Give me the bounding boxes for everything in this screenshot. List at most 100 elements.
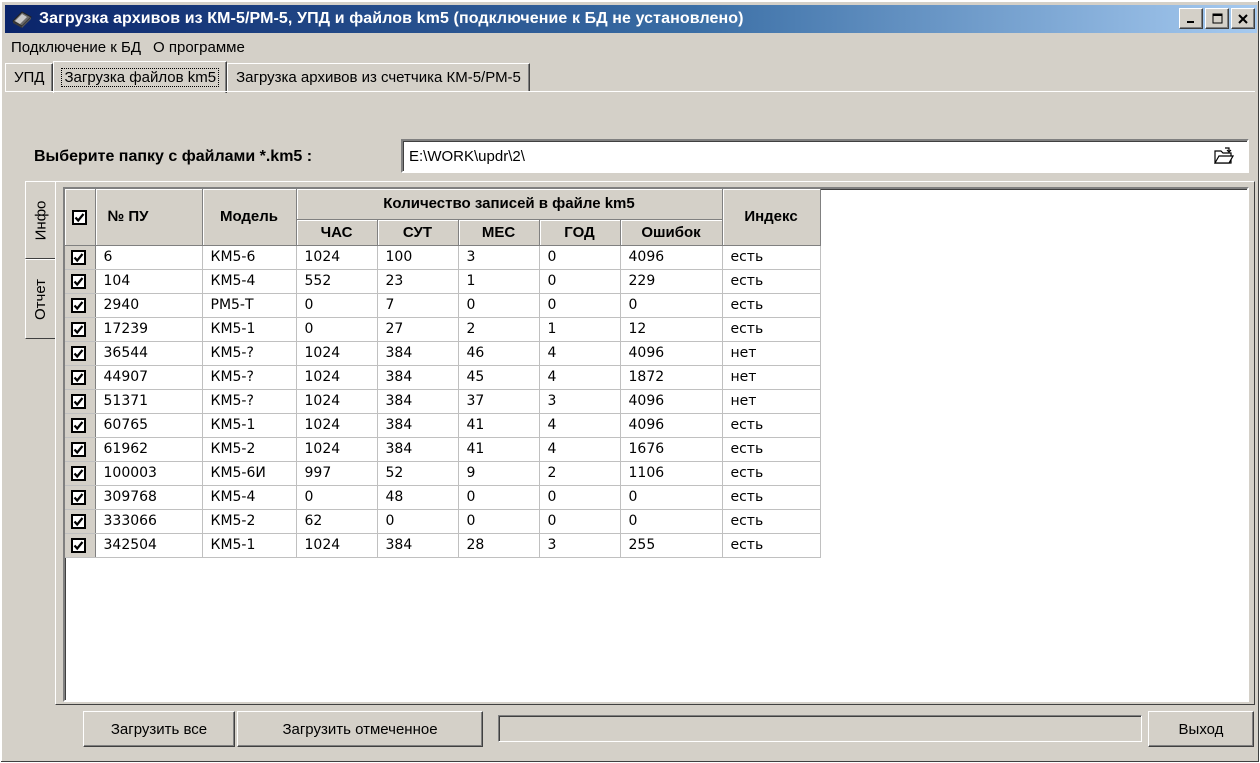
row-checkbox[interactable] bbox=[71, 417, 86, 433]
tab-panel-border bbox=[5, 91, 1255, 93]
cell-model: КМ5-? bbox=[202, 365, 297, 390]
header-day[interactable]: СУТ bbox=[377, 219, 459, 246]
folder-path-input[interactable] bbox=[401, 139, 1249, 173]
side-tab-info[interactable]: Инфо bbox=[25, 181, 55, 259]
row-checkbox-cell[interactable] bbox=[65, 533, 96, 558]
row-checkbox[interactable] bbox=[71, 249, 86, 265]
row-checkbox-cell[interactable] bbox=[65, 437, 96, 462]
cell-hour: 62 bbox=[296, 509, 378, 534]
header-errors[interactable]: Ошибок bbox=[620, 219, 723, 246]
cell-errors: 229 bbox=[620, 269, 723, 294]
maximize-button[interactable] bbox=[1205, 8, 1229, 29]
menu-about[interactable]: О программе bbox=[147, 39, 251, 56]
cell-pu: 61962 bbox=[95, 437, 203, 462]
cell-pu: 6 bbox=[95, 245, 203, 270]
cell-pu: 104 bbox=[95, 269, 203, 294]
table-row[interactable]: 36544 КМ5-? 1024 384 46 4 4096 нет bbox=[65, 341, 821, 366]
row-checkbox-cell[interactable] bbox=[65, 413, 96, 438]
row-checkbox[interactable] bbox=[71, 393, 86, 409]
exit-button[interactable]: Выход bbox=[1148, 711, 1254, 747]
title-bar[interactable]: Загрузка архивов из КМ-5/РМ-5, УПД и фай… bbox=[5, 5, 1257, 33]
table-row[interactable]: 2940 РМ5-Т 0 7 0 0 0 есть bbox=[65, 293, 821, 318]
cell-errors: 4096 bbox=[620, 389, 723, 414]
table-row[interactable]: 17239 КМ5-1 0 27 2 1 12 есть bbox=[65, 317, 821, 342]
side-tab-report[interactable]: Отчет bbox=[25, 259, 55, 339]
checkmark-icon bbox=[73, 300, 84, 310]
load-checked-button[interactable]: Загрузить отмеченное bbox=[237, 711, 483, 747]
header-month[interactable]: МЕС bbox=[458, 219, 540, 246]
row-checkbox-cell[interactable] bbox=[65, 341, 96, 366]
cell-model: КМ5-? bbox=[202, 389, 297, 414]
cell-index: нет bbox=[722, 341, 821, 366]
table-row[interactable]: 100003 КМ5-6И 997 52 9 2 1106 есть bbox=[65, 461, 821, 486]
table-row[interactable]: 104 КМ5-4 552 23 1 0 229 есть bbox=[65, 269, 821, 294]
cell-index: нет bbox=[722, 389, 821, 414]
row-checkbox[interactable] bbox=[71, 513, 86, 529]
table-row[interactable]: 61962 КМ5-2 1024 384 41 4 1676 есть bbox=[65, 437, 821, 462]
row-checkbox[interactable] bbox=[71, 441, 86, 457]
cell-month: 2 bbox=[458, 317, 540, 342]
tab-load-archives[interactable]: Загрузка архивов из счетчика КМ-5/РМ-5 bbox=[227, 63, 530, 91]
row-checkbox[interactable] bbox=[71, 345, 86, 361]
cell-errors: 4096 bbox=[620, 413, 723, 438]
header-model[interactable]: Модель bbox=[202, 189, 297, 246]
table-row[interactable]: 60765 КМ5-1 1024 384 41 4 4096 есть bbox=[65, 413, 821, 438]
tab-load-km5[interactable]: Загрузка файлов km5 bbox=[53, 61, 228, 93]
checkmark-icon bbox=[74, 213, 85, 222]
progress-bar bbox=[498, 715, 1142, 742]
row-checkbox[interactable] bbox=[71, 465, 86, 481]
table-row[interactable]: 6 КМ5-6 1024 100 3 0 4096 есть bbox=[65, 245, 821, 270]
cell-pu: 2940 bbox=[95, 293, 203, 318]
header-index[interactable]: Индекс bbox=[722, 189, 821, 246]
row-checkbox-cell[interactable] bbox=[65, 269, 96, 294]
cell-hour: 1024 bbox=[296, 365, 378, 390]
close-button[interactable] bbox=[1231, 8, 1255, 29]
row-checkbox[interactable] bbox=[71, 297, 86, 313]
window-title: Загрузка архивов из КМ-5/РМ-5, УПД и фай… bbox=[39, 10, 744, 27]
tab-upd[interactable]: УПД bbox=[5, 63, 54, 91]
cell-model: КМ5-1 bbox=[202, 317, 297, 342]
cell-pu: 309768 bbox=[95, 485, 203, 510]
header-hour[interactable]: ЧАС bbox=[296, 219, 378, 246]
cell-model: КМ5-1 bbox=[202, 533, 297, 558]
cell-pu: 60765 bbox=[95, 413, 203, 438]
files-grid[interactable]: № ПУ Модель Количество записей в файле k… bbox=[63, 187, 1249, 702]
row-checkbox[interactable] bbox=[71, 489, 86, 505]
table-row[interactable]: 333066 КМ5-2 62 0 0 0 0 есть bbox=[65, 509, 821, 534]
row-checkbox[interactable] bbox=[71, 369, 86, 385]
table-row[interactable]: 342504 КМ5-1 1024 384 28 3 255 есть bbox=[65, 533, 821, 558]
table-row[interactable]: 309768 КМ5-4 0 48 0 0 0 есть bbox=[65, 485, 821, 510]
cell-errors: 4096 bbox=[620, 341, 723, 366]
cell-hour: 0 bbox=[296, 317, 378, 342]
cell-day: 0 bbox=[377, 509, 459, 534]
row-checkbox[interactable] bbox=[71, 273, 86, 289]
row-checkbox[interactable] bbox=[71, 537, 86, 553]
cell-errors: 12 bbox=[620, 317, 723, 342]
row-checkbox-cell[interactable] bbox=[65, 389, 96, 414]
row-checkbox-cell[interactable] bbox=[65, 365, 96, 390]
row-checkbox-cell[interactable] bbox=[65, 317, 96, 342]
cell-model: КМ5-2 bbox=[202, 509, 297, 534]
row-checkbox-cell[interactable] bbox=[65, 485, 96, 510]
table-row[interactable]: 51371 КМ5-? 1024 384 37 3 4096 нет bbox=[65, 389, 821, 414]
cell-index: есть bbox=[722, 413, 821, 438]
row-checkbox-cell[interactable] bbox=[65, 245, 96, 270]
header-pu[interactable]: № ПУ bbox=[95, 189, 203, 246]
row-checkbox-cell[interactable] bbox=[65, 293, 96, 318]
row-checkbox[interactable] bbox=[71, 321, 86, 337]
cell-hour: 1024 bbox=[296, 389, 378, 414]
cell-day: 384 bbox=[377, 341, 459, 366]
checkmark-icon bbox=[73, 324, 84, 334]
cell-pu: 51371 bbox=[95, 389, 203, 414]
cell-year: 0 bbox=[539, 485, 621, 510]
menu-db-connection[interactable]: Подключение к БД bbox=[5, 39, 147, 56]
minimize-button[interactable] bbox=[1179, 8, 1203, 29]
row-checkbox-cell[interactable] bbox=[65, 509, 96, 534]
select-all-checkbox[interactable] bbox=[72, 209, 88, 225]
table-row[interactable]: 44907 КМ5-? 1024 384 45 4 1872 нет bbox=[65, 365, 821, 390]
header-select-all[interactable] bbox=[65, 189, 96, 246]
header-year[interactable]: ГОД bbox=[539, 219, 621, 246]
row-checkbox-cell[interactable] bbox=[65, 461, 96, 486]
load-all-button[interactable]: Загрузить все bbox=[83, 711, 235, 747]
browse-folder-button[interactable] bbox=[1211, 143, 1237, 169]
